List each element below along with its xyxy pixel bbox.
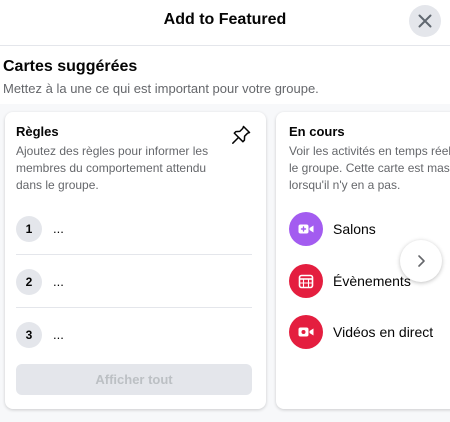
suggested-cards-subtitle: Mettez à la une ce qui est important pou… <box>3 81 319 96</box>
rule-item-2[interactable]: 2 ... <box>16 262 252 302</box>
description-line: Voir les activités en temps réel dans <box>289 144 450 158</box>
suggested-cards-title: Cartes suggérées <box>3 58 138 75</box>
rule-number: 1 <box>16 216 42 242</box>
calendar-icon <box>289 264 323 298</box>
close-button[interactable] <box>409 5 441 37</box>
pin-icon[interactable] <box>229 123 253 147</box>
next-card-button[interactable] <box>400 240 442 282</box>
current-card-title: En cours <box>289 124 345 139</box>
rule-number: 2 <box>16 269 42 295</box>
activity-label: Vidéos en direct <box>333 324 434 340</box>
description-line: lorsqu'il n'y en a pas. <box>289 178 401 192</box>
dialog-header: Add to Featured <box>0 0 450 46</box>
rule-divider <box>16 307 252 308</box>
rule-item-1[interactable]: 1 ... <box>16 209 252 249</box>
rule-item-3[interactable]: 3 ... <box>16 315 252 355</box>
video-camera-icon <box>289 212 323 246</box>
rules-card-description: Ajoutez des règles pour informer les mem… <box>16 144 209 192</box>
rules-card[interactable]: Règles Ajoutez des règles pour informer … <box>5 112 266 409</box>
chevron-right-icon <box>418 255 425 267</box>
activity-label: Salons <box>333 221 376 237</box>
rule-text: ... <box>53 274 64 289</box>
description-line: le groupe. Cette carte est masquée <box>289 161 450 175</box>
live-video-icon <box>289 315 323 349</box>
current-card-description: Voir les activités en temps réel dans le… <box>289 143 450 194</box>
activity-label: Évènements <box>333 273 411 289</box>
activity-live-videos[interactable]: Vidéos en direct <box>289 314 450 350</box>
cards-carousel: Règles Ajoutez des règles pour informer … <box>0 104 450 422</box>
show-all-button[interactable]: Afficher tout <box>16 364 252 395</box>
rules-card-title: Règles <box>16 124 59 139</box>
rule-text: ... <box>53 327 64 342</box>
rule-divider <box>16 254 252 255</box>
rule-text: ... <box>53 221 64 236</box>
dialog-title: Add to Featured <box>163 11 287 28</box>
rule-number: 3 <box>16 322 42 348</box>
close-icon <box>418 14 432 28</box>
